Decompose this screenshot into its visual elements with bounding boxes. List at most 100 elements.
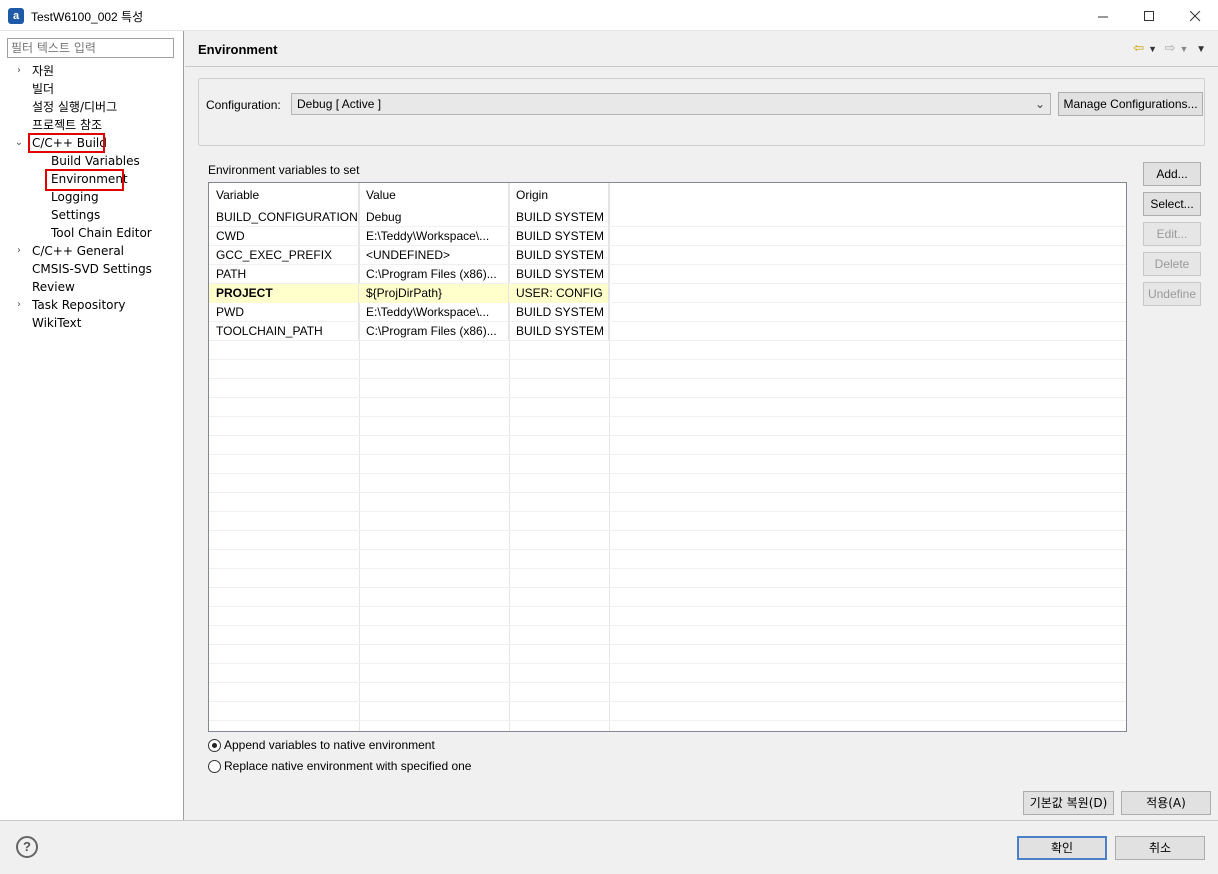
table-row (209, 493, 1126, 512)
configuration-label: Configuration: (206, 98, 281, 112)
divider (185, 66, 1218, 67)
table-row[interactable]: PROJECT ${ProjDirPath} USER: CONFIG (209, 284, 1126, 303)
add-button[interactable]: Add... (1143, 162, 1201, 186)
table-row[interactable]: TOOLCHAIN_PATH C:\Program Files (x86)... B… (209, 322, 1126, 341)
chevron-right-icon[interactable]: › (14, 62, 24, 80)
configuration-select[interactable]: Debug [ Active ] ⌄ (291, 93, 1051, 115)
sidebar-item-build-variables[interactable]: Build Variables (51, 152, 140, 170)
table-row (209, 664, 1126, 683)
sidebar-item-logging[interactable]: Logging (51, 188, 99, 206)
configuration-value: Debug [ Active ] (297, 97, 382, 111)
cell-value: C:\Program Files (x86)... (359, 265, 509, 284)
sidebar-item-review[interactable]: Review (32, 278, 75, 296)
cell-origin: BUILD SYSTEM (509, 322, 609, 341)
sidebar-item-run-debug-settings[interactable]: 설정 실행/디버그 (32, 98, 117, 116)
sidebar-item-settings[interactable]: Settings (51, 206, 100, 224)
replace-radio[interactable] (208, 760, 221, 773)
cell-variable: GCC_EXEC_PREFIX (209, 246, 359, 265)
cancel-button[interactable]: 취소 (1115, 836, 1205, 860)
chevron-right-icon[interactable]: › (14, 242, 24, 260)
table-row (209, 512, 1126, 531)
restore-defaults-button[interactable]: 기본값 복원(D) (1023, 791, 1114, 815)
cell-value: Debug (359, 208, 509, 227)
cell-value: E:\Teddy\Workspace\... (359, 227, 509, 246)
cell-value: ${ProjDirPath} (359, 284, 509, 303)
table-row[interactable]: PWD E:\Teddy\Workspace\... BUILD SYSTEM (209, 303, 1126, 322)
main-panel: Environment ⇦ ▼ ⇨ ▼ ▼ Configuration: Debug… (185, 31, 1218, 820)
column-header-variable[interactable]: Variable (209, 183, 359, 208)
sidebar-item-resource[interactable]: › 자원 (17, 62, 55, 80)
table-row[interactable]: BUILD_CONFIGURATION Debug BUILD SYSTEM (209, 208, 1126, 227)
sidebar-item-label: 프로젝트 참조 (32, 118, 103, 132)
view-menu-icon[interactable]: ▼ (1196, 44, 1206, 55)
title-bar: a TestW6100_002 특성 (0, 0, 1218, 31)
sidebar-item-label: Task Repository (32, 298, 126, 312)
chevron-right-icon[interactable]: › (14, 296, 24, 314)
sidebar-item-project-references[interactable]: 프로젝트 참조 (32, 116, 102, 134)
filter-input[interactable] (7, 38, 174, 58)
cell-value: <UNDEFINED> (359, 246, 509, 265)
sidebar-item-label: Logging (51, 190, 99, 204)
close-icon[interactable] (1172, 0, 1218, 31)
column-header-value[interactable]: Value (359, 183, 509, 208)
sidebar-item-label: Tool Chain Editor (51, 226, 152, 240)
cell-origin: BUILD SYSTEM (509, 303, 609, 322)
chevron-down-icon[interactable]: ▼ (1180, 44, 1189, 54)
sidebar-item-label: 자원 (32, 64, 55, 78)
table-row (209, 360, 1126, 379)
select-button[interactable]: Select... (1143, 192, 1201, 216)
forward-arrow-icon[interactable]: ⇨ (1165, 40, 1176, 55)
window-title: TestW6100_002 특성 (31, 10, 144, 24)
sidebar-item-tool-chain-editor[interactable]: Tool Chain Editor (51, 224, 152, 242)
delete-button[interactable]: Delete (1143, 252, 1201, 276)
sidebar-item-builder[interactable]: 빌더 (32, 80, 54, 98)
table-row (209, 341, 1126, 360)
cell-variable: BUILD_CONFIGURATION (209, 208, 359, 227)
table-row[interactable]: GCC_EXEC_PREFIX <UNDEFINED> BUILD SYSTEM (209, 246, 1126, 265)
nav-toolbar: ⇦ ▼ ⇨ ▼ ▼ (1129, 40, 1206, 56)
cell-variable: CWD (209, 227, 359, 246)
undefine-button[interactable]: Undefine (1143, 282, 1201, 306)
table-row (209, 436, 1126, 455)
cell-value: C:\Program Files (x86)... (359, 322, 509, 341)
sidebar-item-task-repository[interactable]: › Task Repository (17, 296, 126, 314)
ok-button[interactable]: 확인 (1017, 836, 1107, 860)
cell-value: E:\Teddy\Workspace\... (359, 303, 509, 322)
cell-variable: PATH (209, 265, 359, 284)
back-arrow-icon[interactable]: ⇦ (1133, 40, 1144, 55)
sidebar-item-label: CMSIS-SVD Settings (32, 262, 152, 276)
table-row (209, 455, 1126, 474)
chevron-down-icon[interactable]: ▼ (1148, 44, 1157, 54)
table-row (209, 398, 1126, 417)
cell-origin: BUILD SYSTEM (509, 208, 609, 227)
append-radio-label[interactable]: Append variables to native environment (224, 738, 435, 752)
apply-button[interactable]: 적용(A) (1121, 791, 1211, 815)
manage-configurations-button[interactable]: Manage Configurations... (1058, 92, 1203, 116)
minimize-icon[interactable] (1080, 0, 1126, 31)
table-row (209, 417, 1126, 436)
append-radio[interactable] (208, 739, 221, 752)
app-icon: a (8, 8, 24, 24)
column-header-origin[interactable]: Origin (509, 183, 609, 208)
table-row[interactable]: PATH C:\Program Files (x86)... BUILD SYSTE… (209, 265, 1126, 284)
sidebar-item-wikitext[interactable]: WikiText (32, 314, 82, 332)
cell-variable: TOOLCHAIN_PATH (209, 322, 359, 341)
sidebar-item-label: 설정 실행/디버그 (32, 100, 118, 114)
table-row[interactable]: CWD E:\Teddy\Workspace\... BUILD SYSTEM (209, 227, 1126, 246)
sidebar-item-label: 빌더 (32, 82, 55, 96)
cell-origin: BUILD SYSTEM (509, 265, 609, 284)
help-icon[interactable]: ? (16, 836, 38, 858)
table-row (209, 607, 1126, 626)
maximize-icon[interactable] (1126, 0, 1172, 31)
table-row (209, 588, 1126, 607)
table-row (209, 626, 1126, 645)
cell-origin: USER: CONFIG (509, 284, 609, 303)
edit-button[interactable]: Edit... (1143, 222, 1201, 246)
table-row (209, 645, 1126, 664)
dialog-footer: ? 확인 취소 (0, 820, 1218, 874)
sidebar-item-label: Settings (51, 208, 101, 222)
chevron-down-icon[interactable]: ⌄ (14, 134, 24, 152)
sidebar-item-cpp-general[interactable]: › C/C++ General (17, 242, 124, 260)
replace-radio-label[interactable]: Replace native environment with specifie… (224, 759, 471, 773)
sidebar-item-cmsis-svd-settings[interactable]: CMSIS-SVD Settings (32, 260, 152, 278)
